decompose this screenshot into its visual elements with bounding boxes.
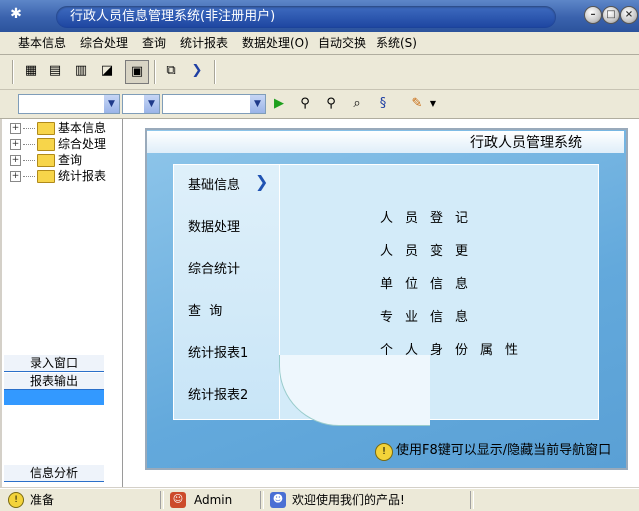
chevron-down-icon[interactable]: ▼ (144, 95, 159, 113)
users-icon: ☻ (270, 492, 286, 508)
left-panel: + 基本信息 + 综合处理 + 查询 + 统计报表 录入窗口 报表输出 信息分析 (2, 119, 123, 487)
card-icon[interactable]: ▤ (44, 60, 66, 82)
lightbulb-icon: ! (375, 443, 393, 461)
nav-report-2[interactable]: 统计报表2 (188, 388, 248, 404)
chevron-down-icon[interactable]: ▼ (428, 93, 438, 115)
pencil-icon[interactable]: ✎ (406, 93, 428, 115)
toolbar-separator (154, 60, 156, 84)
toolbar-main: ▦ ▤ ▥ ◪ ▣ ⧉ ❯ (0, 55, 639, 90)
menu-integrated[interactable]: 综合处理 (80, 36, 128, 50)
status-separator (260, 491, 264, 509)
folder-icon (37, 154, 55, 167)
folder-icon (37, 138, 55, 151)
nav-data-processing[interactable]: 数据处理 (188, 220, 240, 236)
selected-tab-area (4, 390, 104, 405)
tab-report-output[interactable]: 报表输出 (4, 373, 104, 390)
status-welcome: 欢迎使用我们的产品! (292, 493, 405, 507)
filter-combo-3[interactable]: ▼ (162, 94, 266, 114)
menu-basic-info[interactable]: 基本信息 (18, 36, 66, 50)
menu-data[interactable]: 数据处理(O) (242, 36, 309, 50)
minimize-icon[interactable]: – (584, 6, 602, 24)
status-user: Admin (194, 493, 233, 507)
menu-query[interactable]: 查询 (142, 36, 166, 50)
tree-view-icon[interactable]: ▦ (20, 60, 42, 82)
tree-item-label: 查询 (58, 153, 83, 167)
menu-auto-exchange[interactable]: 自动交换 (318, 36, 366, 50)
status-separator (160, 491, 164, 509)
expand-icon[interactable]: + (10, 171, 21, 182)
next-icon[interactable]: ❯ (186, 60, 208, 82)
nav-query[interactable]: 查 询 (188, 304, 222, 320)
window-title: 行政人员信息管理系统(非注册用户) (70, 9, 276, 24)
close-icon[interactable]: × (620, 6, 638, 24)
expand-icon[interactable]: + (10, 155, 21, 166)
menu-reports[interactable]: 统计报表 (180, 36, 228, 50)
expand-icon[interactable]: + (10, 139, 21, 150)
folder-icon (37, 122, 55, 135)
filter-icon[interactable]: § (372, 93, 394, 115)
find-person-plus-icon[interactable]: ⚲ (320, 93, 342, 115)
menu-system[interactable]: 系统(S) (376, 36, 417, 50)
lightbulb-icon: ! (8, 492, 24, 508)
user-icon: ☺ (170, 492, 186, 508)
tree-item-label: 统计报表 (58, 169, 107, 183)
find-person-icon[interactable]: ⚲ (294, 93, 316, 115)
toolbar-search: ▼ ▼ ▼ ▶ ⚲ ⚲ ⌕ § ✎ ▼ (0, 90, 639, 119)
page-title: 行政人员管理系统 (470, 135, 582, 151)
restore-icon[interactable]: □ (602, 6, 620, 24)
toolbar-separator (12, 60, 14, 84)
tab-info-analysis[interactable]: 信息分析 (4, 465, 104, 482)
run-icon[interactable]: ▶ (268, 93, 290, 115)
import-icon[interactable]: ⧉ (160, 60, 182, 82)
filter-combo-2[interactable]: ▼ (122, 94, 160, 114)
status-separator (470, 491, 474, 509)
title-bar: ✱ 行政人员信息管理系统(非注册用户) – □ × (0, 0, 639, 32)
link-personnel-register[interactable]: 人员登记 (380, 211, 480, 227)
link-personal-identity[interactable]: 个人身份属性 (380, 343, 530, 359)
tree-item-reports[interactable]: + 统计报表 (10, 169, 106, 184)
tree-item-label: 综合处理 (58, 137, 107, 151)
status-bar: ! 准备 ☺ Admin ☻ 欢迎使用我们的产品! (0, 488, 639, 511)
tab-entry-window[interactable]: 录入窗口 (4, 355, 104, 372)
status-ready: 准备 (30, 493, 55, 507)
chart-icon[interactable]: ◪ (96, 60, 118, 82)
chevron-down-icon[interactable]: ▼ (104, 95, 119, 113)
tree-item-basic-info[interactable]: + 基本信息 (10, 121, 106, 136)
link-unit-info[interactable]: 单位信息 (380, 277, 480, 293)
link-personnel-change[interactable]: 人员变更 (380, 244, 480, 260)
chevron-down-icon[interactable]: ▼ (250, 95, 265, 113)
tree-item-integrated[interactable]: + 综合处理 (10, 137, 106, 152)
folder-icon (37, 170, 55, 183)
toolbar-separator (214, 60, 216, 84)
tree-item-query[interactable]: + 查询 (10, 153, 82, 168)
nav-basic-info[interactable]: 基础信息 (188, 178, 240, 194)
tree-item-label: 基本信息 (58, 121, 107, 135)
gear-icon[interactable]: ✱ (8, 6, 24, 22)
nav-statistics[interactable]: 综合统计 (188, 262, 240, 278)
filter-combo-1[interactable]: ▼ (18, 94, 120, 114)
nav-card (173, 164, 281, 420)
monitor-icon[interactable]: ▣ (125, 60, 149, 84)
expand-icon[interactable]: + (10, 123, 21, 134)
link-specialty-info[interactable]: 专业信息 (380, 310, 480, 326)
hint-text: 使用F8键可以显示/隐藏当前导航窗口 (396, 443, 612, 458)
selection-arrow-icon: ❯ (255, 172, 269, 191)
menu-bar: 基本信息 综合处理 查询 统计报表 数据处理(O) 自动交换 系统(S) (0, 32, 639, 55)
search-doc-icon[interactable]: ⌕ (346, 93, 368, 115)
document-icon[interactable]: ▥ (70, 60, 92, 82)
nav-report-1[interactable]: 统计报表1 (188, 346, 248, 362)
